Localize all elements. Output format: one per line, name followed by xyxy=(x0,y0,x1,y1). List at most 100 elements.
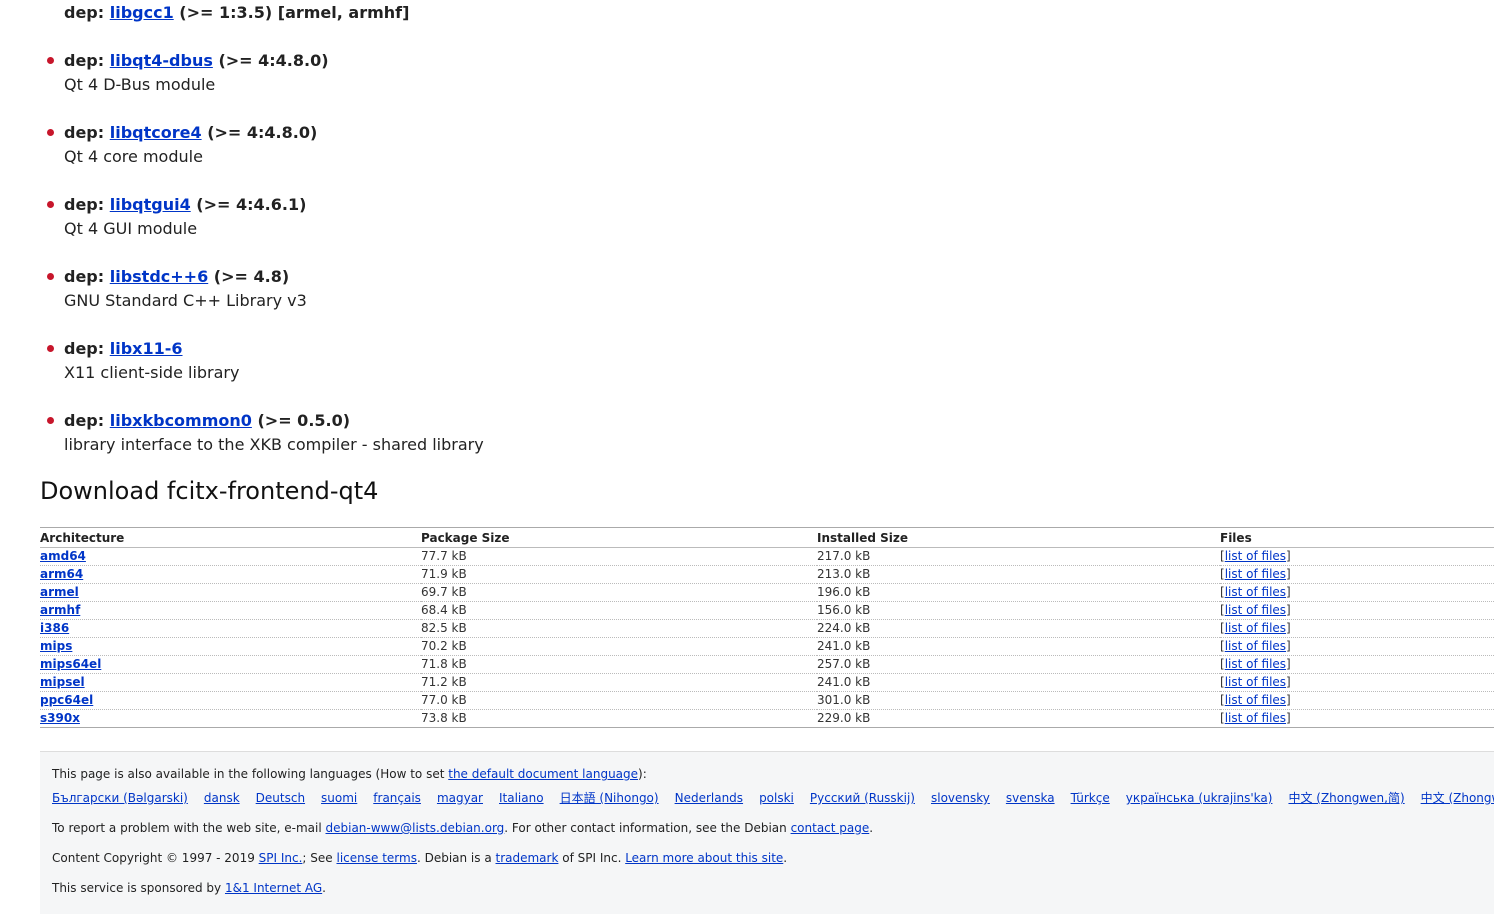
language-link[interactable]: українська (ukrajins'ka) xyxy=(1126,791,1273,805)
trademark-link[interactable]: trademark xyxy=(496,851,559,865)
arch-link[interactable]: amd64 xyxy=(40,549,86,563)
cell-architecture: i386 xyxy=(40,619,421,638)
dep-link-libqtgui4[interactable]: libqtgui4 xyxy=(110,195,191,214)
dependency-description: Qt 4 D-Bus module xyxy=(64,75,216,94)
list-of-files-link[interactable]: list of files xyxy=(1225,585,1286,599)
bullet-icon xyxy=(47,345,54,352)
cell-installed-size: 224.0 kB xyxy=(817,619,1220,638)
arch-link[interactable]: ppc64el xyxy=(40,693,93,707)
dependency-item: dep: libqtcore4 (>= 4:4.8.0) Qt 4 core mo… xyxy=(0,122,1494,182)
cell-package-size: 70.2 kB xyxy=(421,637,817,656)
copyright-text: Content Copyright © 1997 - 2019 xyxy=(52,851,259,865)
dep-link-libgcc1[interactable]: libgcc1 xyxy=(110,3,174,22)
header-package-size: Package Size xyxy=(421,527,817,548)
copyright-debian-text: . Debian is a xyxy=(416,851,496,865)
spi-link[interactable]: SPI Inc. xyxy=(259,851,303,865)
dependency-line: dep: libgcc1 (>= 1:3.5) [armel, armhf] xyxy=(64,2,409,24)
language-link[interactable]: polski xyxy=(759,791,794,805)
cell-files: [list of files] xyxy=(1220,711,1291,725)
language-link[interactable]: Русский (Russkij) xyxy=(810,791,915,805)
arch-link[interactable]: armhf xyxy=(40,603,80,617)
language-link[interactable]: magyar xyxy=(437,791,483,805)
copyright-line: Content Copyright © 1997 - 2019 SPI Inc.… xyxy=(52,850,787,866)
arch-link[interactable]: arm64 xyxy=(40,567,83,581)
language-link[interactable]: 日本語 (Nihongo) xyxy=(560,791,659,805)
contact-page-link[interactable]: contact page xyxy=(791,821,870,835)
license-terms-link[interactable]: license terms xyxy=(336,851,416,865)
arch-link[interactable]: mips xyxy=(40,639,72,653)
dep-link-libx11-6[interactable]: libx11-6 xyxy=(110,339,183,358)
list-of-files-link[interactable]: list of files xyxy=(1225,549,1286,563)
dependency-item: dep: libqt4-dbus (>= 4:4.8.0) Qt 4 D-Bus … xyxy=(0,50,1494,110)
cell-architecture: ppc64el xyxy=(40,691,421,710)
cell-architecture: s390x xyxy=(40,710,421,728)
bullet-icon xyxy=(47,57,54,64)
arch-link[interactable]: armel xyxy=(40,585,79,599)
dep-version: (>= 4.8) xyxy=(213,267,290,286)
list-of-files-link[interactable]: list of files xyxy=(1225,675,1286,689)
dep-link-libqt4-dbus[interactable]: libqt4-dbus xyxy=(110,51,213,70)
cell-architecture: armel xyxy=(40,583,421,602)
list-of-files-link[interactable]: list of files xyxy=(1225,621,1286,635)
language-link[interactable]: 中文 (Zhongwen,简) xyxy=(1288,791,1404,805)
bullet-icon xyxy=(47,273,54,280)
language-link[interactable]: Türkçe xyxy=(1071,791,1110,805)
list-of-files-link[interactable]: list of files xyxy=(1225,639,1286,653)
learn-more-link[interactable]: Learn more about this site xyxy=(625,851,783,865)
dep-version: (>= 4:4.6.1) xyxy=(196,195,307,214)
cell-files: [list of files] xyxy=(1220,673,1494,692)
dependency-description: GNU Standard C++ Library v3 xyxy=(64,291,307,310)
language-list: Български (Bəlgarski) dansk Deutsch suomi fr… xyxy=(52,790,1494,806)
dep-link-libxkbcommon0[interactable]: libxkbcommon0 xyxy=(110,411,252,430)
report-email-link[interactable]: debian-www@lists.debian.org xyxy=(326,821,505,835)
language-link[interactable]: français xyxy=(373,791,421,805)
dep-version: (>= 0.5.0) xyxy=(257,411,351,430)
table-row: arm64 71.9 kB 213.0 kB [list of files] xyxy=(40,565,1494,584)
language-link[interactable]: suomi xyxy=(321,791,357,805)
arch-link[interactable]: mipsel xyxy=(40,675,85,689)
language-link[interactable]: slovensky xyxy=(931,791,990,805)
dependency-line: dep: libstdc++6 (>= 4.8) xyxy=(64,266,289,288)
cell-architecture: amd64 xyxy=(40,547,421,566)
sponsor-link[interactable]: 1&1 Internet AG xyxy=(225,881,322,895)
download-heading: Download fcitx-frontend-qt4 xyxy=(40,477,379,505)
arch-link[interactable]: s390x xyxy=(40,711,80,725)
dep-prefix: dep: xyxy=(64,195,105,214)
sponsor-line: This service is sponsored by 1&1 Interne… xyxy=(52,880,326,896)
language-link[interactable]: Nederlands xyxy=(675,791,743,805)
list-of-files-link[interactable]: list of files xyxy=(1225,603,1286,617)
language-link[interactable]: Deutsch xyxy=(256,791,305,805)
dependency-line: dep: libx11-6 xyxy=(64,338,183,360)
cell-architecture: armhf xyxy=(40,601,421,620)
language-link[interactable]: svenska xyxy=(1006,791,1055,805)
dep-prefix: dep: xyxy=(64,3,105,22)
language-link[interactable]: Italiano xyxy=(499,791,544,805)
cell-architecture: mipsel xyxy=(40,673,421,692)
list-of-files-link[interactable]: list of files xyxy=(1225,693,1286,707)
language-intro-end: ): xyxy=(638,767,647,781)
copyright-see-text: ; See xyxy=(302,851,337,865)
list-of-files-link[interactable]: list of files xyxy=(1225,657,1286,671)
list-of-files-link[interactable]: list of files xyxy=(1225,711,1286,725)
dependency-line: dep: libxkbcommon0 (>= 0.5.0) xyxy=(64,410,350,432)
dep-link-libqtcore4[interactable]: libqtcore4 xyxy=(110,123,202,142)
cell-package-size: 69.7 kB xyxy=(421,583,817,602)
copyright-end-text: . xyxy=(783,851,788,865)
arch-link[interactable]: i386 xyxy=(40,621,69,635)
language-link[interactable]: 中文 (Zhongwen,繁) xyxy=(1421,791,1494,805)
table-row: s390x 73.8 kB 229.0 kB [list of files] xyxy=(40,710,1494,728)
dep-prefix: dep: xyxy=(64,123,105,142)
language-link[interactable]: Български (Bəlgarski) xyxy=(52,791,188,805)
arch-link[interactable]: mips64el xyxy=(40,657,101,671)
default-language-link[interactable]: the default document language xyxy=(448,767,638,781)
bullet-icon xyxy=(47,417,54,424)
cell-installed-size: 217.0 kB xyxy=(817,547,1220,566)
dependency-line: dep: libqt4-dbus (>= 4:4.8.0) xyxy=(64,50,329,72)
list-of-files-link[interactable]: list of files xyxy=(1225,567,1286,581)
dep-link-libstdc-6[interactable]: libstdc++6 xyxy=(110,267,208,286)
language-link[interactable]: dansk xyxy=(204,791,240,805)
cell-package-size: 82.5 kB xyxy=(421,619,817,638)
table-row: armel 69.7 kB 196.0 kB [list of files] xyxy=(40,583,1494,602)
bullet-icon xyxy=(47,201,54,208)
dependency-line: dep: libqtcore4 (>= 4:4.8.0) xyxy=(64,122,317,144)
